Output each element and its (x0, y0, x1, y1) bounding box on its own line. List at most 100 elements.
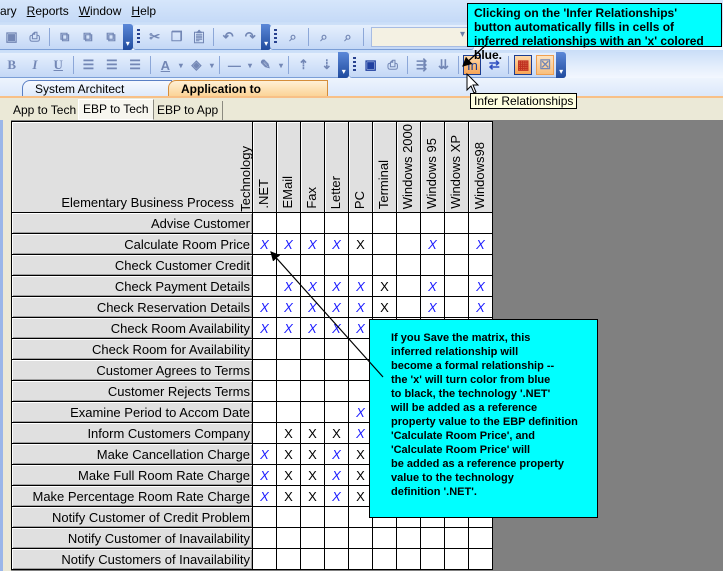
inferred-relationship-cell[interactable]: X (324, 317, 349, 339)
row-header[interactable]: Notify Customer of Credit Problem (11, 506, 253, 528)
row-header[interactable]: Notify Customers of Inavailability (11, 548, 253, 570)
column-header[interactable]: Terminal (372, 121, 397, 213)
formal-relationship-cell[interactable]: X (300, 422, 325, 444)
inferred-relationship-cell[interactable]: X (324, 443, 349, 465)
formal-relationship-cell[interactable]: X (276, 464, 301, 486)
formal-relationship-cell[interactable]: X (276, 485, 301, 507)
empty-cell[interactable] (420, 527, 445, 549)
inferred-relationship-cell[interactable]: X (300, 296, 325, 318)
zoom-fit-icon[interactable]: ⌕ (283, 27, 303, 47)
inferred-relationship-cell[interactable]: X (324, 233, 349, 255)
row-header[interactable]: Check Room Availability (11, 317, 253, 339)
empty-cell[interactable] (444, 548, 469, 570)
redo-icon[interactable]: ↷ (241, 27, 259, 47)
fill-color-icon[interactable]: ◈ (187, 55, 206, 75)
row-header[interactable]: Customer Agrees to Terms (11, 359, 253, 381)
inferred-relationship-cell[interactable]: X (252, 485, 277, 507)
inferred-relationship-cell[interactable]: X (276, 275, 301, 297)
expand-cols-icon[interactable]: ⇊ (435, 55, 453, 75)
empty-cell[interactable] (420, 548, 445, 570)
empty-cell[interactable] (252, 275, 277, 297)
doc-tab-application-to-technology[interactable]: Application to Technology (168, 80, 328, 113)
empty-cell[interactable] (276, 527, 301, 549)
zoom-level-combo[interactable] (371, 27, 469, 47)
formal-relationship-cell[interactable]: X (372, 275, 397, 297)
empty-cell[interactable] (300, 212, 325, 234)
inferred-relationship-cell[interactable]: X (252, 443, 277, 465)
underline-icon[interactable]: U (49, 55, 68, 75)
paste-special-icon[interactable]: ⧉ (101, 27, 120, 47)
empty-cell[interactable] (468, 254, 493, 276)
tab-ebp-to-tech[interactable]: EBP to Tech (78, 99, 154, 120)
inferred-relationship-cell[interactable]: X (420, 275, 445, 297)
empty-cell[interactable] (396, 296, 421, 318)
empty-cell[interactable] (276, 212, 301, 234)
row-header[interactable]: Check Reservation Details (11, 296, 253, 318)
empty-cell[interactable] (444, 527, 469, 549)
matrix-properties-icon[interactable]: ▦ (514, 55, 533, 75)
line-style-dropdown-icon[interactable]: ▾ (246, 55, 254, 75)
empty-cell[interactable] (396, 212, 421, 234)
empty-cell[interactable] (348, 527, 373, 549)
inferred-relationship-cell[interactable]: X (300, 317, 325, 339)
empty-cell[interactable] (300, 359, 325, 381)
empty-cell[interactable] (252, 506, 277, 528)
empty-cell[interactable] (300, 254, 325, 276)
bold-icon[interactable]: B (2, 55, 21, 75)
zoom-in-icon[interactable]: ⌕ (314, 27, 334, 47)
paste-format-icon[interactable]: ⧉ (78, 27, 97, 47)
inferred-relationship-cell[interactable]: X (276, 233, 301, 255)
inferred-relationship-cell[interactable]: X (324, 485, 349, 507)
paste-icon[interactable]: 📋︎ (190, 27, 209, 47)
formal-relationship-cell[interactable]: X (276, 422, 301, 444)
menu-item-window[interactable]: Window (74, 4, 127, 18)
inferred-relationship-cell[interactable]: X (252, 296, 277, 318)
toolbar-grip[interactable] (274, 29, 277, 45)
empty-cell[interactable] (396, 254, 421, 276)
align-center-icon[interactable]: ☰ (102, 55, 121, 75)
fill-color-dropdown-icon[interactable]: ▾ (208, 55, 216, 75)
empty-cell[interactable] (324, 527, 349, 549)
line-color-dropdown-icon[interactable]: ▾ (277, 55, 285, 75)
inferred-relationship-cell[interactable]: X (468, 296, 493, 318)
column-header[interactable]: .NET (252, 121, 277, 213)
empty-cell[interactable] (324, 338, 349, 360)
empty-cell[interactable] (252, 338, 277, 360)
formal-relationship-cell[interactable]: X (300, 485, 325, 507)
empty-cell[interactable] (348, 254, 373, 276)
bring-forward-icon[interactable]: ⇡ (294, 55, 313, 75)
empty-cell[interactable] (348, 548, 373, 570)
inferred-relationship-cell[interactable]: X (300, 275, 325, 297)
empty-cell[interactable] (324, 359, 349, 381)
row-header[interactable]: Check Payment Details (11, 275, 253, 297)
inferred-relationship-cell[interactable]: X (252, 233, 277, 255)
column-header[interactable]: Windows 2000 (396, 121, 421, 213)
empty-cell[interactable] (276, 338, 301, 360)
row-header[interactable]: Check Room for Availability (11, 338, 253, 360)
row-header[interactable]: Make Cancellation Charge (11, 443, 253, 465)
empty-cell[interactable] (300, 527, 325, 549)
toolbar-grip[interactable] (353, 57, 356, 73)
empty-cell[interactable] (276, 359, 301, 381)
line-color-icon[interactable]: ✎ (256, 55, 275, 75)
line-style-icon[interactable]: — (225, 55, 244, 75)
save-icon[interactable]: ▣ (2, 27, 21, 47)
toolbar-overflow-icon[interactable]: ▾ (556, 52, 566, 78)
save-matrix-icon[interactable]: ▣ (362, 55, 380, 75)
empty-cell[interactable] (252, 401, 277, 423)
italic-icon[interactable]: I (25, 55, 44, 75)
toolbar-overflow-icon[interactable]: ▾ (122, 24, 134, 50)
empty-cell[interactable] (324, 506, 349, 528)
cut-icon[interactable]: ✂ (146, 27, 164, 47)
column-header[interactable]: Windows 95 (420, 121, 445, 213)
empty-cell[interactable] (252, 212, 277, 234)
empty-cell[interactable] (372, 212, 397, 234)
toolbar-grip[interactable] (137, 29, 140, 45)
empty-cell[interactable] (252, 380, 277, 402)
copy-diagram-icon[interactable]: ⧉ (55, 27, 74, 47)
empty-cell[interactable] (372, 548, 397, 570)
row-header[interactable]: Notify Customer of Inavailability (11, 527, 253, 549)
column-header[interactable]: Windows98 (468, 121, 493, 213)
row-header[interactable]: Make Percentage Room Rate Charge (11, 485, 253, 507)
empty-cell[interactable] (252, 254, 277, 276)
